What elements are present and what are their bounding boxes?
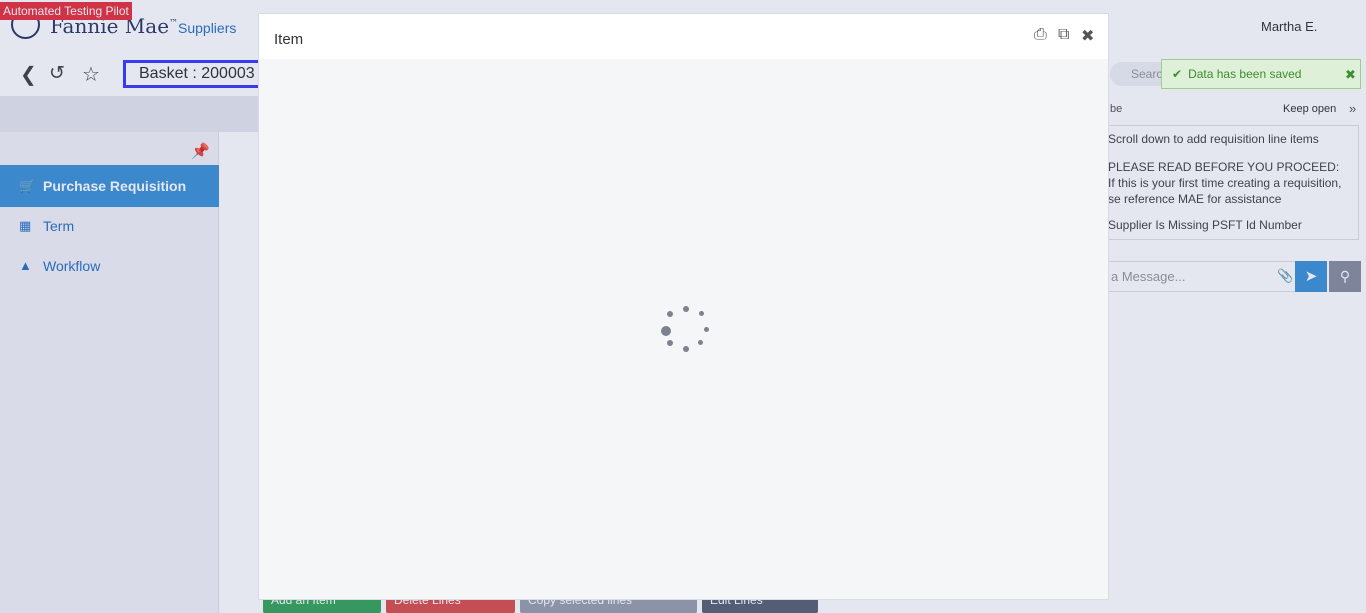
modal-header: Item ⎙ ⧉ ✖	[259, 14, 1108, 59]
loading-spinner	[659, 304, 711, 356]
spinner-dot	[699, 311, 704, 316]
toast-text: Data has been saved	[1188, 67, 1302, 81]
success-toast: ✔ Data has been saved ✖	[1161, 59, 1361, 89]
close-icon[interactable]: ✖	[1081, 26, 1094, 46]
spinner-dot	[683, 306, 689, 312]
item-modal: Item ⎙ ⧉ ✖	[258, 13, 1109, 600]
checkmark-icon: ✔	[1172, 67, 1183, 81]
print-icon[interactable]: ⎙	[1034, 26, 1047, 44]
maximize-icon[interactable]: ⧉	[1058, 26, 1069, 44]
close-toast-icon[interactable]: ✖	[1345, 61, 1356, 89]
spinner-dot	[667, 311, 673, 317]
spinner-dot	[704, 327, 709, 332]
spinner-dot	[661, 326, 671, 336]
modal-title: Item	[274, 31, 304, 48]
spinner-dot	[698, 340, 703, 345]
spinner-dot	[667, 340, 673, 346]
spinner-dot	[683, 346, 689, 352]
